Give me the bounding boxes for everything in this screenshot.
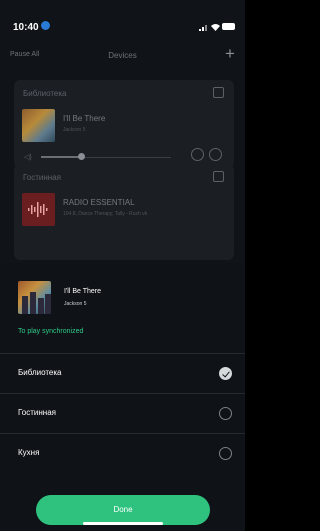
plus-icon[interactable]: + — [225, 44, 235, 64]
room-option-living-room[interactable]: Гостинная — [0, 393, 245, 433]
device-room-label: Гостинная — [23, 173, 61, 182]
device-song-artist: Jackson 5 — [63, 127, 86, 133]
pause-icon[interactable] — [191, 148, 204, 161]
devices-header: Pause All Devices + — [0, 40, 245, 70]
group-icon[interactable] — [213, 171, 224, 182]
device-song-artist: 104.8, Dance Therapy, Tally - Rush vk — [63, 211, 148, 217]
device-card[interactable]: Гостинная RADIO ESSENTIAL 104.8, Dance T… — [14, 164, 234, 260]
settings-icon[interactable] — [209, 148, 222, 161]
location-icon — [41, 21, 50, 30]
now-playing-art — [18, 281, 51, 314]
checkmark-icon[interactable] — [219, 367, 232, 380]
status-time: 10:40 — [13, 22, 39, 33]
radio-icon[interactable] — [219, 407, 232, 420]
done-button[interactable]: Done — [36, 495, 210, 525]
wifi-icon — [211, 24, 220, 31]
device-song-title: I'll Be There — [63, 114, 106, 123]
volume-fill — [41, 156, 81, 158]
signal-icon — [199, 24, 209, 31]
album-art — [22, 193, 55, 226]
now-playing-artist: Jackson 5 — [64, 301, 87, 307]
room-option-library[interactable]: Библиотека — [0, 353, 245, 393]
sync-label: To play synchronized — [18, 328, 84, 335]
device-card[interactable]: Библиотека I'll Be There Jackson 5 ◁) — [14, 80, 234, 168]
room-option-label: Кухня — [18, 448, 40, 457]
room-option-kitchen[interactable]: Кухня — [0, 433, 245, 473]
device-room-label: Библиотека — [23, 89, 67, 98]
page-title: Devices — [108, 51, 137, 60]
volume-icon: ◁) — [24, 154, 32, 161]
status-bar: 10:40 — [0, 0, 245, 40]
room-option-label: Библиотека — [18, 368, 62, 377]
radio-icon[interactable] — [219, 447, 232, 460]
album-art — [22, 109, 55, 142]
done-button-label: Done — [113, 505, 133, 514]
screen: 10:40 Pause All Devices + Библиотека I'l… — [0, 0, 245, 531]
device-song-title: RADIO ESSENTIAL — [63, 198, 135, 207]
sync-sheet: I'll Be There Jackson 5 To play synchron… — [0, 263, 245, 531]
home-indicator[interactable] — [83, 522, 163, 525]
now-playing-title: I'll Be There — [64, 288, 102, 295]
volume-knob[interactable] — [78, 153, 85, 160]
group-icon[interactable] — [213, 87, 224, 98]
room-option-label: Гостинная — [18, 408, 56, 417]
battery-icon — [222, 23, 235, 30]
